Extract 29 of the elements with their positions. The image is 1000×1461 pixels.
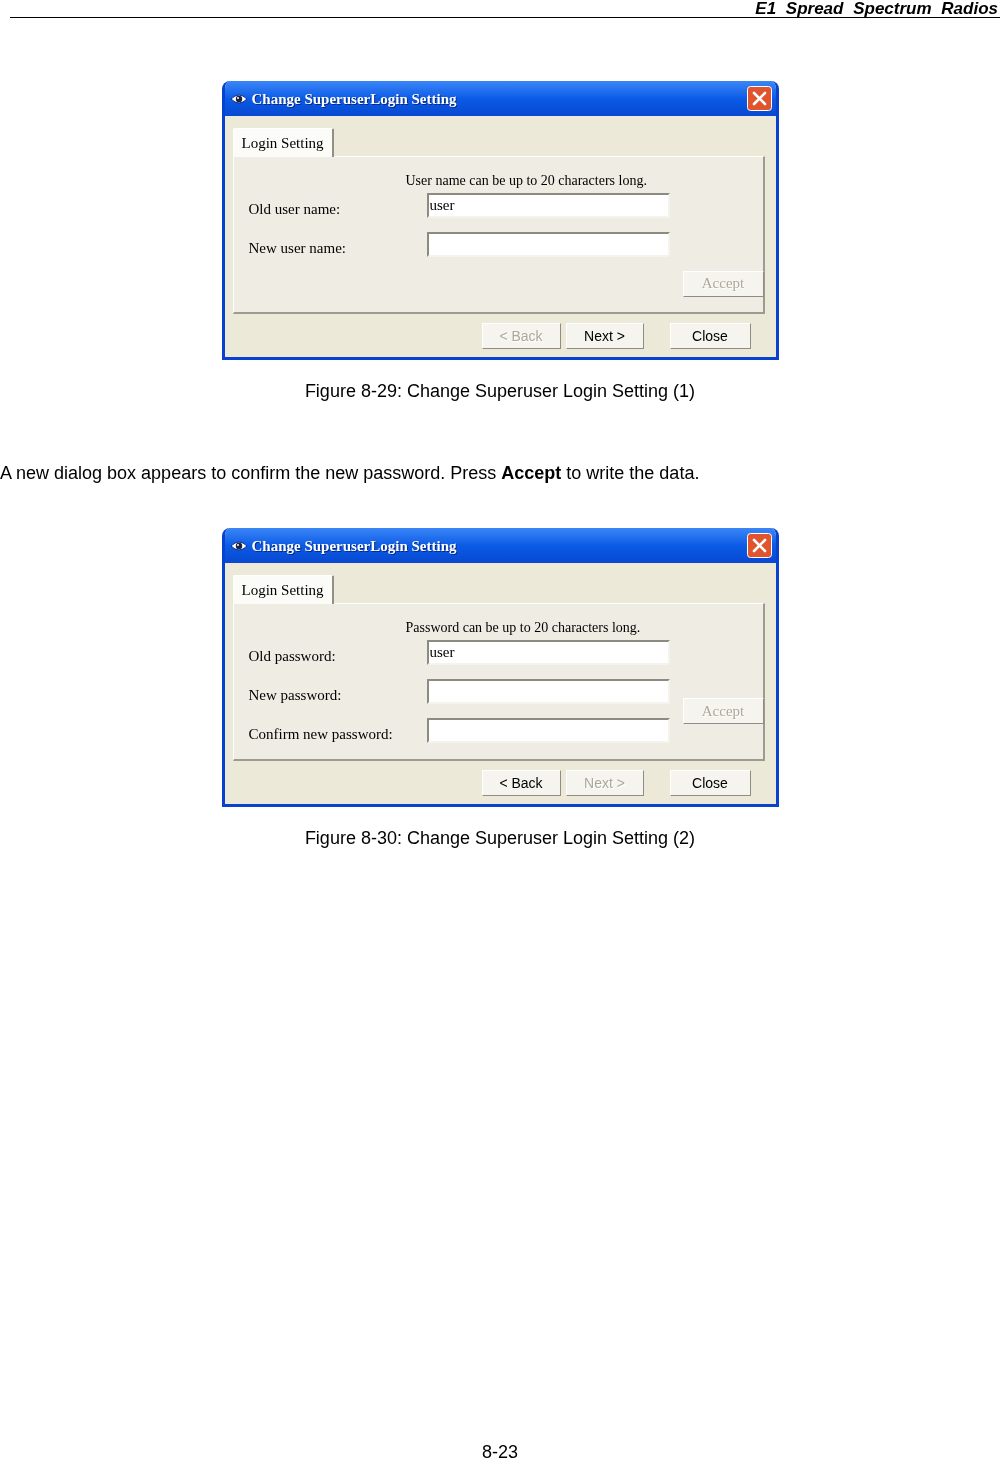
text-field[interactable]: user xyxy=(426,640,670,665)
hint-text: Password can be up to 20 characters long. xyxy=(405,620,641,635)
figure-caption: Figure 8-30: Change Superuser Login Setting (2) xyxy=(304,827,696,849)
wizard-button[interactable]: Next > xyxy=(565,323,644,349)
text-field[interactable] xyxy=(426,679,670,704)
field-label: New user name: xyxy=(248,240,347,257)
text-field[interactable] xyxy=(426,718,670,743)
text-field[interactable]: user xyxy=(426,193,670,218)
tab[interactable]: Login Setting xyxy=(232,128,334,157)
text-field[interactable] xyxy=(426,232,670,257)
close-icon[interactable] xyxy=(746,533,772,558)
close-icon[interactable] xyxy=(746,86,772,111)
field-label: Confirm new password: xyxy=(248,726,394,743)
tab[interactable]: Login Setting xyxy=(232,575,334,604)
body-paragraph: A new dialog box appears to confirm the new password. Press Accept to write the data. xyxy=(0,462,700,484)
eye-icon xyxy=(229,539,248,552)
page-number: 8-23 xyxy=(482,1443,518,1461)
wizard-button[interactable]: Close xyxy=(669,323,751,349)
figure-caption: Figure 8-29: Change Superuser Login Setting (1) xyxy=(304,380,696,402)
eye-icon xyxy=(229,92,248,105)
field-label: Old user name: xyxy=(248,201,342,218)
field-label: New password: xyxy=(248,687,343,704)
field-label: Old password: xyxy=(248,648,337,665)
window-title: Change SuperuserLogin Setting xyxy=(251,536,458,555)
hint-text: User name can be up to 20 characters long. xyxy=(405,173,647,188)
wizard-button[interactable]: < Back xyxy=(481,770,561,796)
window-title: Change SuperuserLogin Setting xyxy=(251,89,458,108)
header-title: E1 Spread Spectrum Radios xyxy=(755,0,999,17)
wizard-button[interactable]: Close xyxy=(669,770,751,796)
